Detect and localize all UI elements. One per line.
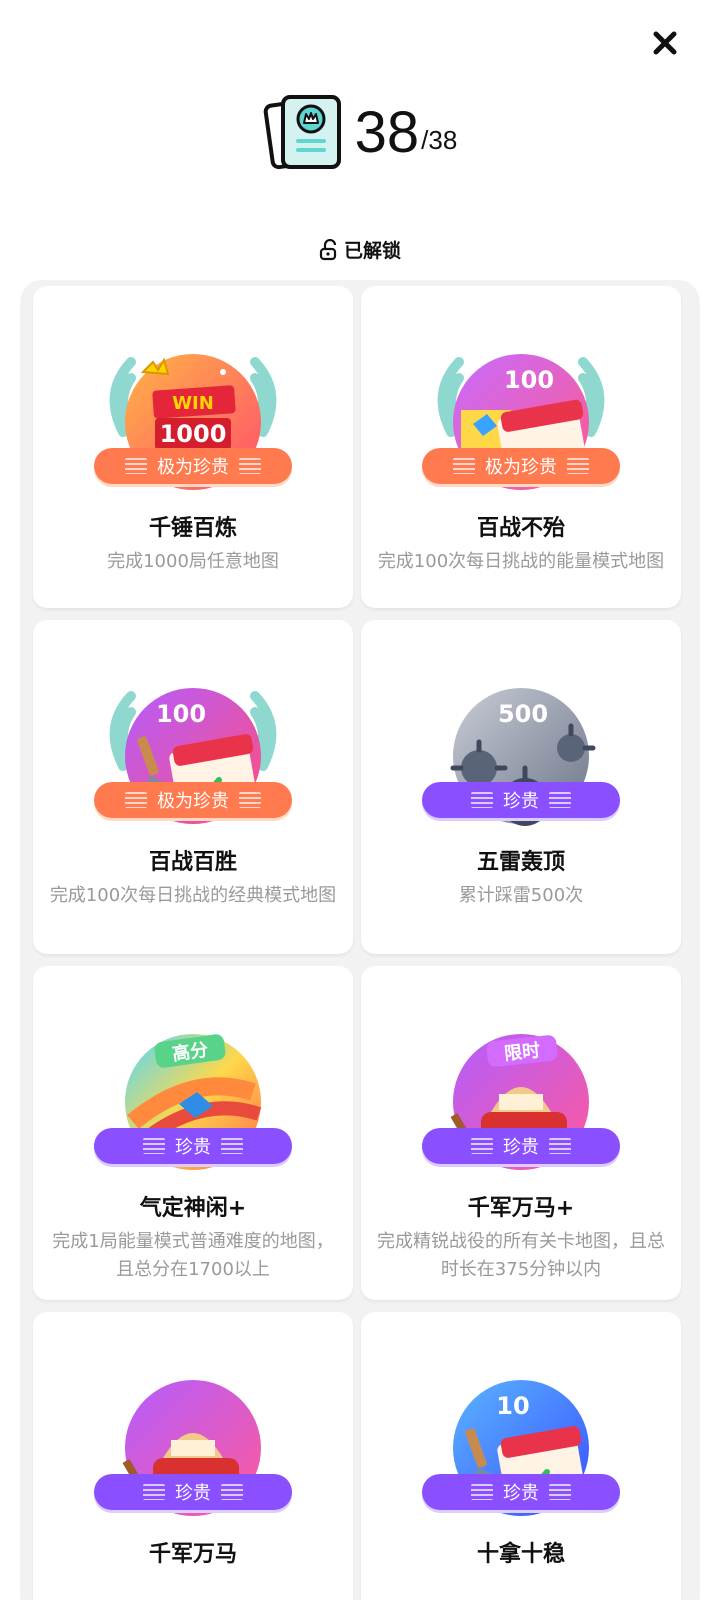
rarity-badge: 珍贵 <box>422 1474 620 1510</box>
achievement-card[interactable]: WIN 1000 极为珍贵 千锤百炼 完成1000局任意地图 <box>33 286 353 608</box>
badge-number: 100 <box>504 366 554 394</box>
badge-number: 500 <box>498 700 548 728</box>
rarity-badge: 珍贵 <box>94 1128 292 1164</box>
achievement-title: 千锤百炼 <box>148 516 237 541</box>
achievement-description: 完成100次每日挑战的经典模式地图 <box>49 885 337 906</box>
achievement-title: 千军万马 <box>148 1542 237 1567</box>
total-count: /38 <box>421 125 458 155</box>
achievement-title: 气定神闲+ <box>139 1196 247 1221</box>
achievement-card[interactable]: 限时 珍贵 千军万马+ 完成精锐战役的所有关卡地图，且总时长在375分钟以内 <box>361 966 681 1300</box>
achievement-card[interactable]: 珍贵 千军万马 <box>33 1312 353 1600</box>
rarity-badge: 珍贵 <box>422 1128 620 1164</box>
rarity-badge: 极为珍贵 <box>94 448 292 484</box>
achievement-card[interactable]: 10 珍贵 十拿十稳 <box>361 1312 681 1600</box>
close-icon <box>653 31 677 55</box>
rarity-badge: 极为珍贵 <box>422 448 620 484</box>
unlocked-count: 38 <box>354 100 420 165</box>
achievement-title: 五雷轰顶 <box>476 850 565 875</box>
achievement-description: 完成1000局任意地图 <box>107 551 279 572</box>
achievement-title: 十拿十稳 <box>476 1542 565 1567</box>
badge-number: 1000 <box>160 420 227 448</box>
achievement-description: 完成精锐战役的所有关卡地图，且总时长在375分钟以内 <box>377 1231 665 1280</box>
achievement-title: 百战百胜 <box>148 850 237 875</box>
unlocked-label: 已解锁 <box>343 240 401 262</box>
unlocked-filter[interactable]: 已解锁 <box>0 236 720 263</box>
badge-tag: 限时 <box>503 1040 541 1065</box>
achievement-book-icon <box>263 95 341 170</box>
rarity-badge: 珍贵 <box>94 1474 292 1510</box>
rarity-badge: 极为珍贵 <box>94 782 292 818</box>
achievement-card[interactable]: 100 极为珍贵 百战不殆 完成100次每日挑战的能量模式地图 <box>361 286 681 608</box>
achievement-grid: WIN 1000 极为珍贵 千锤百炼 完成1000局任意地图 100 极为珍贵 <box>20 280 700 1600</box>
rarity-badge: 珍贵 <box>422 782 620 818</box>
badge-number: 100 <box>156 700 206 728</box>
achievement-description: 累计踩雷500次 <box>458 885 584 906</box>
achievement-description: 完成100次每日挑战的能量模式地图 <box>377 551 665 572</box>
badge-text: WIN <box>172 393 214 414</box>
achievement-card[interactable]: 高分 珍贵 气定神闲+ 完成1局能量模式普通难度的地图，且总分在1700以上 <box>33 966 353 1300</box>
achievement-title: 千军万马+ <box>467 1196 575 1221</box>
unlock-icon <box>319 238 337 260</box>
badge-number: 10 <box>496 1392 529 1420</box>
achievement-title: 百战不殆 <box>476 516 565 541</box>
achievement-card[interactable]: 500 珍贵 五雷轰顶 累计踩雷500次 <box>361 620 681 954</box>
achievement-card[interactable]: 100 极为珍贵 百战百胜 完成100次每日挑战的经典模式地图 <box>33 620 353 954</box>
achievement-count-header: 38 /38 <box>0 88 720 178</box>
close-button[interactable] <box>648 26 682 60</box>
achievement-description: 完成1局能量模式普通难度的地图，且总分在1700以上 <box>52 1231 334 1280</box>
